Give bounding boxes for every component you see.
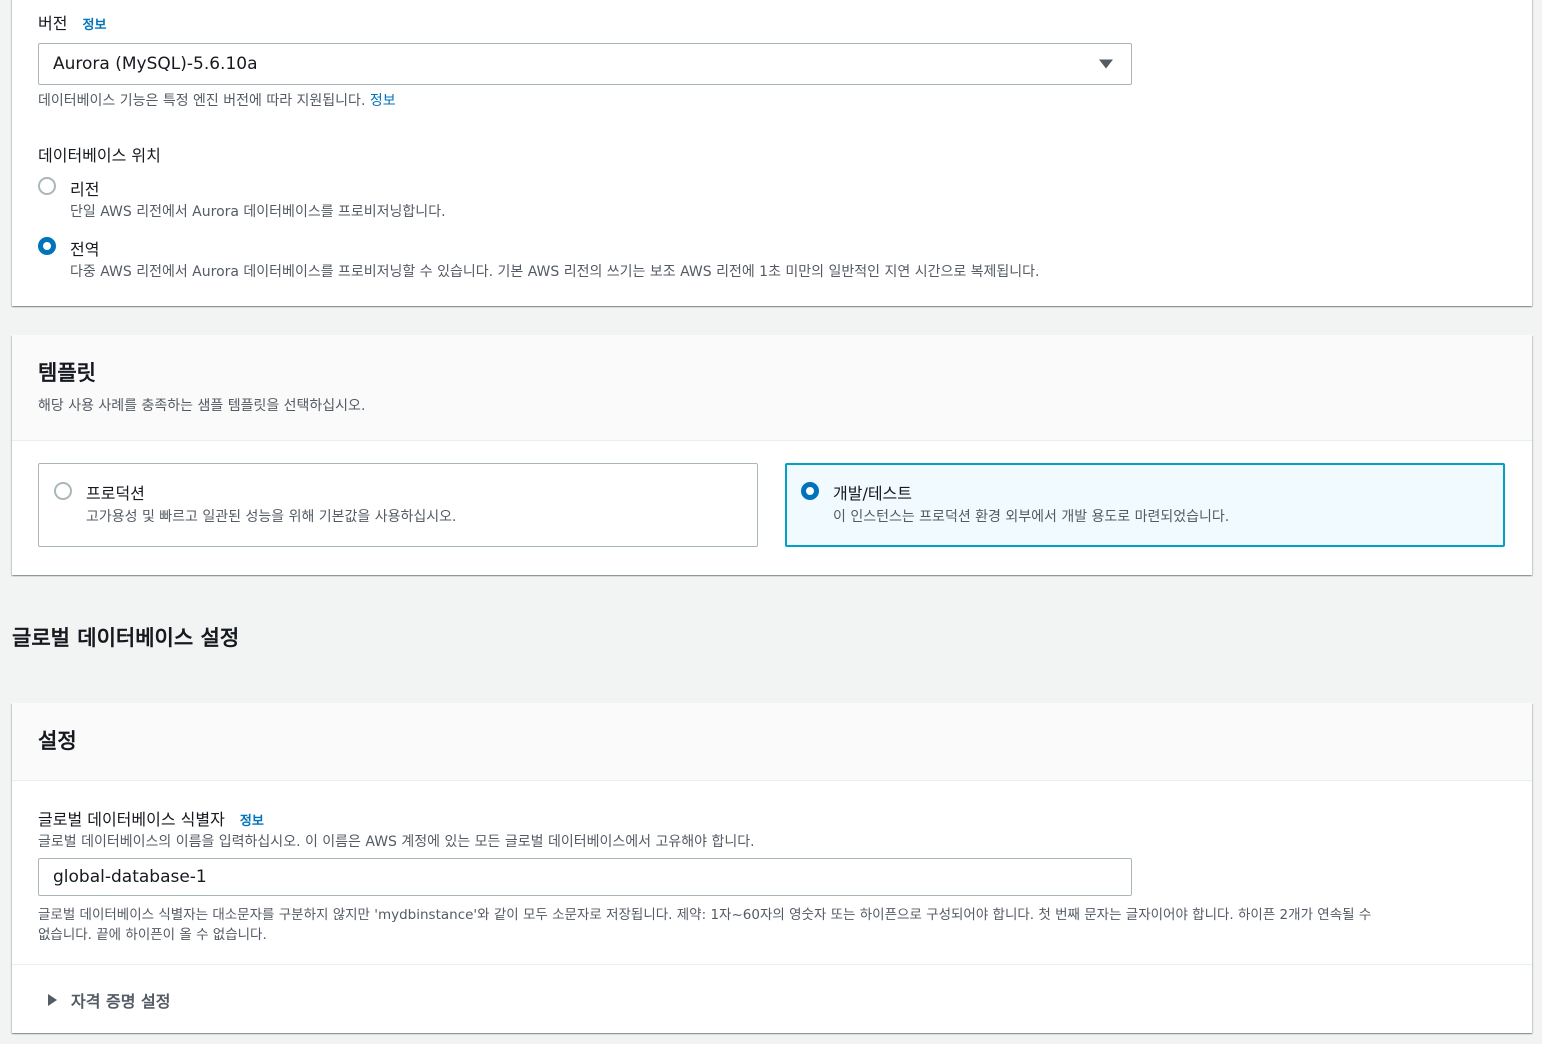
version-desc-text: 데이터베이스 기능은 특정 엔진 버전에 따라 지원됩니다. [38, 93, 366, 109]
caret-down-icon [1099, 59, 1113, 69]
version-desc-info-link[interactable]: 정보 [370, 93, 396, 109]
identifier-info-link[interactable]: 정보 [240, 814, 264, 829]
credentials-settings-label: 자격 증명 설정 [71, 992, 171, 1011]
location-region-desc: 단일 AWS 리전에서 Aurora 데이터베이스를 프로비저닝합니다. [70, 204, 446, 220]
template-production-radio[interactable] [54, 482, 72, 500]
templates-panel: 템플릿 해당 사용 사례를 충족하는 샘플 템플릿을 선택하십시오. 프로덕션 … [12, 335, 1532, 575]
identifier-input[interactable] [38, 858, 1132, 896]
location-global-desc: 다중 AWS 리전에서 Aurora 데이터베이스를 프로비저닝할 수 있습니다… [70, 264, 1040, 280]
location-region-radio[interactable] [38, 177, 56, 195]
location-global-label[interactable]: 전역 [70, 236, 99, 260]
template-production-label: 프로덕션 [86, 484, 145, 503]
version-label-row: 버전 정보 [38, 10, 106, 34]
version-label: 버전 [38, 14, 68, 33]
version-info-link[interactable]: 정보 [83, 18, 107, 33]
templates-panel-header: 템플릿 해당 사용 사례를 충족하는 샘플 템플릿을 선택하십시오. [12, 335, 1532, 441]
identifier-label-row: 글로벌 데이터베이스 식별자 정보 [38, 806, 264, 830]
location-global-radio[interactable] [38, 237, 56, 255]
template-production-desc: 고가용성 및 빠르고 일관된 성능을 위해 기본값을 사용하십시오. [86, 509, 457, 525]
identifier-constraints: 글로벌 데이터베이스 식별자는 대소문자를 구분하지 않지만 'mydbinst… [38, 905, 1518, 945]
location-label: 데이터베이스 위치 [38, 146, 161, 165]
identifier-label: 글로벌 데이터베이스 식별자 [38, 810, 225, 829]
version-description: 데이터베이스 기능은 특정 엔진 버전에 따라 지원됩니다. 정보 [38, 90, 396, 110]
settings-panel-header: 설정 [12, 703, 1532, 781]
engine-options-panel: 버전 정보 Aurora (MySQL)-5.6.10a 데이터베이스 기능은 … [12, 0, 1532, 306]
location-region-label[interactable]: 리전 [70, 176, 99, 200]
settings-divider [12, 964, 1532, 965]
identifier-constraints-line1: 글로벌 데이터베이스 식별자는 대소문자를 구분하지 않지만 'mydbinst… [38, 907, 1372, 923]
identifier-constraints-line2: 없습니다. 끝에 하이픈이 올 수 없습니다. [38, 927, 267, 943]
templates-subtitle: 해당 사용 사례를 충족하는 샘플 템플릿을 선택하십시오. [38, 398, 366, 414]
settings-panel: 설정 글로벌 데이터베이스 식별자 정보 글로벌 데이터베이스의 이름을 입력하… [12, 703, 1532, 1033]
settings-title: 설정 [38, 729, 77, 753]
credentials-settings-expander[interactable]: 자격 증명 설정 [48, 988, 170, 1012]
template-tile-dev-test[interactable]: 개발/테스트 이 인스턴스는 프로덕션 환경 외부에서 개발 용도로 마련되었습… [785, 463, 1505, 547]
template-dev-test-radio[interactable] [801, 482, 819, 500]
version-select[interactable]: Aurora (MySQL)-5.6.10a [38, 43, 1132, 85]
template-dev-test-desc: 이 인스턴스는 프로덕션 환경 외부에서 개발 용도로 마련되었습니다. [833, 509, 1230, 525]
caret-right-icon [48, 994, 57, 1006]
templates-title: 템플릿 [38, 361, 96, 385]
version-select-value: Aurora (MySQL)-5.6.10a [53, 54, 258, 74]
template-tile-production[interactable]: 프로덕션 고가용성 및 빠르고 일관된 성능을 위해 기본값을 사용하십시오. [38, 463, 758, 547]
identifier-description: 글로벌 데이터베이스의 이름을 입력하십시오. 이 이름은 AWS 계정에 있는… [38, 834, 755, 850]
global-database-settings-heading: 글로벌 데이터베이스 설정 [12, 626, 240, 650]
template-dev-test-label: 개발/테스트 [833, 484, 912, 503]
